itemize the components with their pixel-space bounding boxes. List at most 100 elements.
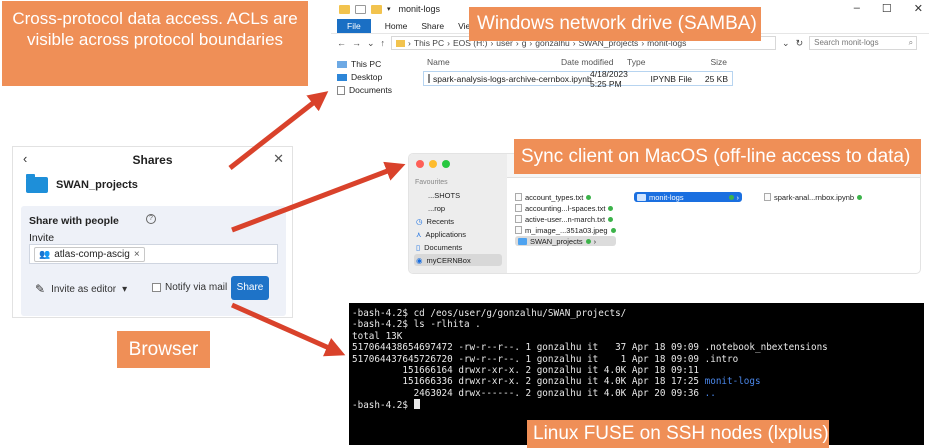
dialog-title: Shares — [132, 153, 173, 167]
sync-client-label: Sync client on MacOS (off-line access to… — [514, 139, 921, 174]
pencil-icon: ✎ — [35, 282, 46, 296]
column-type[interactable]: Type — [627, 57, 689, 67]
window-title: monit-logs — [398, 4, 441, 14]
path-dropdown-icon[interactable]: ⌄ — [782, 38, 790, 49]
nav-item-desktop[interactable]: Desktop — [337, 71, 421, 83]
quick-access-dropdown-icon[interactable]: ▾ — [387, 5, 391, 13]
share-with-heading: Share with people — [29, 215, 119, 227]
nav-item-documents[interactable]: Documents — [337, 84, 421, 96]
up-icon[interactable]: ↑ — [381, 38, 386, 48]
documents-icon — [337, 85, 345, 95]
computer-icon — [337, 60, 347, 68]
column-monit-logs: spark-anal...rnbox.ipynb — [764, 192, 863, 203]
sidebar-item-mycernbox[interactable]: ◉ myCERNBox — [414, 254, 502, 266]
search-input[interactable]: Search monit-logs ⌕ — [809, 36, 918, 50]
group-icon: 👥 — [39, 249, 51, 259]
folder-icon — [518, 237, 527, 245]
tab-home[interactable]: Home — [385, 21, 408, 31]
sidebar-item-documents[interactable]: ▯ Documents — [414, 241, 502, 253]
back-icon[interactable]: ← — [337, 38, 346, 48]
applications-icon: ⋏ — [416, 229, 422, 239]
sidebar-item-screenshots[interactable]: ...SHOTS — [414, 189, 502, 201]
file-size: 25 KB — [704, 73, 728, 84]
zoom-icon[interactable] — [442, 160, 450, 168]
file-icon — [515, 193, 522, 201]
synced-icon — [728, 194, 734, 200]
file-icon — [515, 204, 522, 212]
breadcrumb-this-pc[interactable]: This PC — [414, 38, 444, 48]
minimize-icon[interactable]: – — [854, 2, 860, 15]
terminal-line: -bash-4.2$ cd /eos/user/g/gonzalhu/SWAN_… — [352, 308, 627, 319]
finder-sidebar: Favourites ...SHOTS ...rop ◷ Recents ⋏ App… — [409, 154, 507, 273]
chevron-right-icon: › — [736, 192, 740, 202]
dir-name: .. — [704, 387, 716, 399]
shared-folder: SWAN_projects — [26, 174, 138, 193]
invite-input[interactable]: 👥 atlas-comp-ascig × — [29, 244, 278, 264]
column-size[interactable]: Size — [689, 57, 731, 67]
column-cernbox: account_types.txt accounting...l-spaces.… — [515, 192, 616, 247]
list-item[interactable]: m_image_...351a03.jpeg — [515, 225, 616, 235]
terminal-line: 151666336 drwxr-xr-x. 2 gonzalhu it 4.0K… — [352, 376, 761, 388]
file-icon — [764, 193, 771, 201]
column-headers: Name Date modified Type Size — [423, 55, 929, 69]
list-item[interactable]: spark-anal...rnbox.ipynb — [764, 192, 863, 202]
dir-name: monit-logs — [704, 376, 761, 388]
navigation-pane: This PC Desktop Documents — [331, 52, 421, 132]
list-item-selected[interactable]: SWAN_projects › — [515, 236, 616, 246]
file-row[interactable]: spark-analysis-logs-archive-cernbox.ipyn… — [423, 68, 733, 89]
synced-icon — [608, 205, 614, 211]
tab-share[interactable]: Share — [421, 21, 444, 31]
share-panel: Share with people ? Invite 👥 atlas-comp-… — [21, 206, 286, 316]
list-item[interactable]: accounting...l-spaces.txt — [515, 203, 616, 213]
samba-label: Windows network drive (SAMBA) — [469, 7, 761, 41]
recipient-chip[interactable]: 👥 atlas-comp-ascig × — [34, 247, 145, 262]
permission-dropdown[interactable]: ✎ Invite as editor ▾ — [35, 282, 127, 296]
minimize-icon[interactable] — [429, 160, 437, 168]
properties-icon[interactable] — [355, 4, 366, 14]
chevron-right-icon: › — [593, 236, 597, 246]
maximize-icon[interactable]: ☐ — [882, 2, 892, 15]
file-date: 4/18/2023 5:25 PM — [590, 68, 628, 89]
file-type: IPYNB File — [650, 73, 693, 84]
nav-item-this-pc[interactable]: This PC — [337, 58, 421, 70]
help-icon[interactable]: ? — [146, 214, 156, 224]
sidebar-item-recents[interactable]: ◷ Recents — [414, 215, 502, 227]
synced-icon — [586, 194, 592, 200]
terminal-line: -bash-4.2$ — [352, 399, 924, 411]
document-icon: ▯ — [416, 242, 421, 252]
search-icon: ⌕ — [908, 38, 914, 47]
remove-chip-icon[interactable]: × — [134, 249, 140, 260]
refresh-icon[interactable]: ↻ — [796, 38, 804, 49]
sidebar-item-airdrop[interactable]: ...rop — [414, 202, 502, 214]
folder-name: SWAN_projects — [56, 179, 138, 191]
forward-icon[interactable]: → — [352, 38, 361, 48]
share-button[interactable]: Share — [231, 276, 269, 300]
list-item[interactable]: active-user...n-march.txt — [515, 214, 616, 224]
sidebar-item-applications[interactable]: ⋏ Applications — [414, 228, 502, 240]
notify-checkbox[interactable]: Notify via mail — [152, 282, 227, 293]
recent-dropdown-icon[interactable]: ⌄ — [367, 38, 375, 49]
list-item[interactable]: account_types.txt — [515, 192, 616, 202]
new-folder-icon[interactable] — [371, 4, 382, 14]
desktop-icon — [337, 73, 347, 81]
list-item-selected[interactable]: monit-logs › — [634, 192, 742, 202]
terminal-line: total 13K — [352, 330, 403, 342]
tab-file[interactable]: File — [337, 18, 371, 33]
synced-icon — [610, 227, 616, 233]
synced-icon — [857, 194, 863, 200]
terminal-line: 2463024 drwx------. 2 gonzalhu it 4.0K A… — [352, 387, 716, 399]
clock-icon: ◷ — [416, 216, 423, 226]
column-date[interactable]: Date modified — [561, 57, 627, 67]
close-icon[interactable] — [416, 160, 424, 168]
column-name[interactable]: Name — [423, 57, 561, 67]
invite-label: Invite — [29, 232, 55, 244]
close-icon[interactable]: ✕ — [273, 151, 284, 167]
file-icon — [515, 215, 522, 223]
favourites-heading: Favourites — [415, 179, 448, 186]
terminal-line: 517064437645726720 -rw-r--r--. 1 gonzalh… — [352, 353, 739, 365]
fuse-label: Linux FUSE on SSH nodes (lxplus) — [527, 420, 829, 448]
browser-label: Browser — [117, 331, 210, 368]
close-icon[interactable]: ✕ — [914, 2, 923, 15]
folder-icon — [26, 174, 48, 193]
folder-icon — [396, 39, 406, 47]
